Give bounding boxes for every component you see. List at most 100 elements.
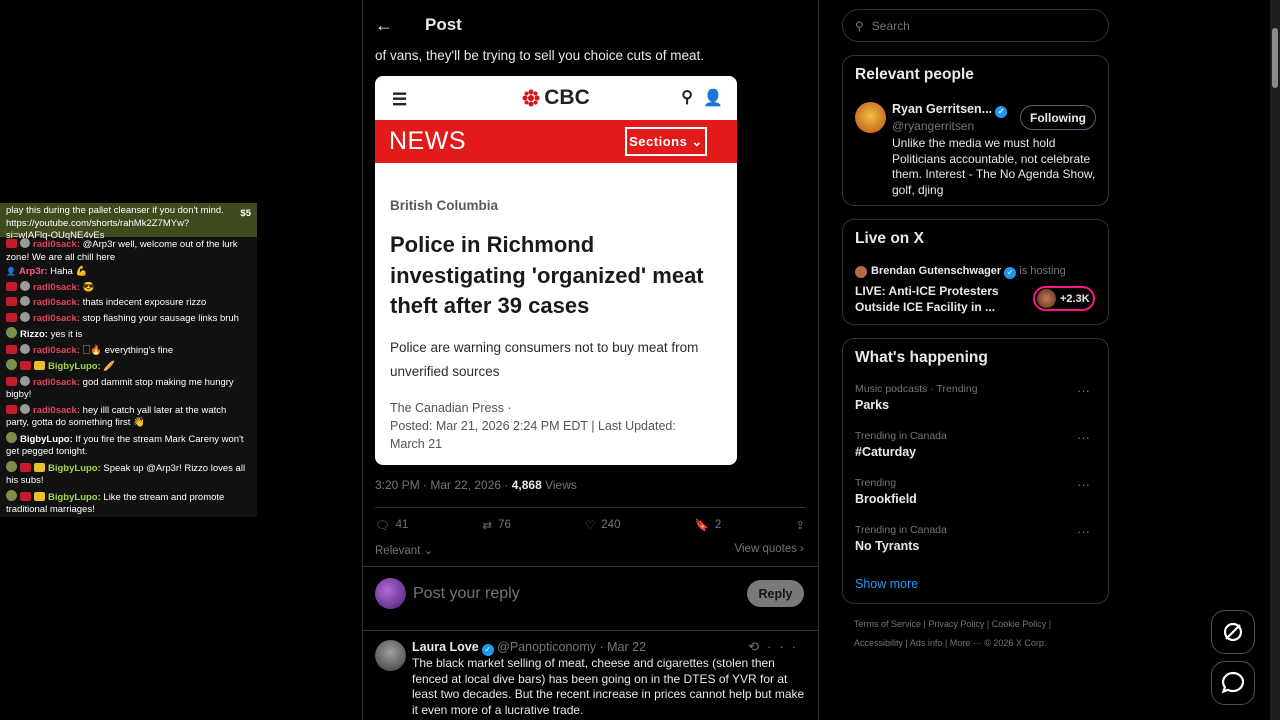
chat-badge-icon (20, 361, 31, 370)
trend-item[interactable]: Trending in Canada No Tyrants ··· (855, 524, 1098, 553)
chat-badge-icon (20, 491, 31, 501)
chat-badge-icon (6, 344, 17, 354)
chat-message: radi0sack: 🗌🔥 everything's fine (0, 343, 257, 359)
trend-item[interactable]: Trending Brookfield ··· (855, 477, 1098, 506)
reply-author-avatar[interactable] (375, 640, 406, 671)
chat-username[interactable]: radi0sack: (33, 345, 80, 356)
donation-amount: $5 (240, 208, 251, 219)
chat-username[interactable]: BigbyLupo: (48, 463, 101, 474)
chat-username[interactable]: radi0sack: (33, 282, 80, 293)
reply-icon: 🗨 (375, 520, 390, 532)
chat-badge-icon (6, 431, 17, 443)
trend-name: No Tyrants (855, 539, 920, 553)
chat-badge-icon (6, 281, 17, 291)
views-label: Views (541, 478, 577, 492)
chat-username[interactable]: radi0sack: (33, 313, 80, 324)
chat-username[interactable]: BigbyLupo: (20, 434, 73, 445)
chat-badge-icon (6, 404, 17, 414)
chat-username[interactable]: radi0sack: (33, 297, 80, 308)
link-preview-card[interactable]: ☰ CBC ⚲ 👤 NEWS Sections ⌄ British Columb… (375, 76, 737, 465)
more-icon[interactable]: ··· (1077, 524, 1090, 539)
chat-text: 😎 (80, 281, 95, 293)
more-icon[interactable]: ··· (1077, 430, 1090, 445)
repost-action[interactable]: ⇄ 76 (482, 518, 510, 532)
reply-tools: ⟲··· (748, 639, 804, 655)
footer-links-row-2[interactable]: Accessibility | Ads info | More ··· © 20… (854, 638, 1104, 648)
views-count: 4,868 (511, 478, 542, 492)
bookmark-action[interactable]: 🔖 2 (695, 518, 722, 532)
chat-username[interactable]: Arp3r: (19, 266, 48, 277)
news-label: NEWS (389, 127, 466, 155)
search-icon: ⚲ (681, 89, 693, 106)
trend-context: Trending (855, 477, 897, 489)
listeners-pill[interactable]: +2.3K (1033, 286, 1095, 311)
listener-avatar (1037, 289, 1056, 308)
chat-message: 👤 Arp3r: Haha 💪 (0, 265, 257, 280)
trend-name: Parks (855, 398, 890, 412)
more-icon[interactable]: ··· (1077, 383, 1090, 398)
relevant-people-panel: Relevant people Ryan Gerritsen... ✓ @ryan… (842, 55, 1109, 206)
chat-badge-icon (34, 491, 45, 501)
trend-item[interactable]: Music podcasts · Trending Parks ··· (855, 383, 1098, 412)
chat-username[interactable]: Rizzo: (20, 329, 48, 340)
broadcast-title[interactable]: LIVE: Anti-ICE Protesters Outside ICE Fa… (855, 284, 1025, 315)
reply-author-name[interactable]: Laura Love (412, 640, 479, 654)
sections-button: Sections ⌄ (625, 127, 707, 156)
trend-context: Music podcasts · Trending (855, 383, 978, 395)
chat-username[interactable]: radi0sack: (33, 405, 80, 416)
listeners-count: +2.3K (1060, 292, 1090, 305)
avatar[interactable] (855, 102, 886, 133)
article-dek: Police are warning consumers not to buy … (390, 340, 699, 379)
reply-text: The black market selling of meat, cheese… (412, 656, 805, 717)
page-title: Post (425, 15, 462, 34)
article-source: The Canadian Press · (390, 401, 512, 415)
grok-button[interactable] (1211, 610, 1255, 654)
article-byline: The Canadian Press · Posted: Mar 21, 202… (390, 399, 710, 453)
action-bar: 🗨 41 ⇄ 76 ♡ 240 🔖 2 ⇪ (375, 518, 805, 532)
chat-username[interactable]: radi0sack: (33, 377, 80, 388)
following-button[interactable]: Following (1020, 105, 1096, 130)
panel-title: What's happening (855, 349, 988, 366)
chat-badge-icon (20, 375, 30, 386)
avatar[interactable] (375, 578, 406, 609)
chat-username[interactable]: BigbyLupo: (48, 492, 101, 503)
search-input[interactable]: ⚲ Search (842, 9, 1109, 42)
verified-badge-icon: ✓ (481, 644, 494, 656)
more-icon[interactable]: ··· (767, 639, 804, 654)
chat-message: radi0sack: god dammit stop making me hun… (0, 375, 257, 403)
post-timestamp[interactable]: 3:20 PM · Mar 22, 2026 · (375, 478, 512, 492)
chat-message: radi0sack: 😎 (0, 280, 257, 296)
reply-input[interactable]: Post your reply (413, 585, 520, 603)
person-bio: Unlike the media we must hold Politician… (892, 136, 1096, 197)
trend-name: Brookfield (855, 492, 917, 506)
cbc-gem-icon (522, 89, 540, 107)
chat-badge-icon (20, 343, 30, 354)
scrollbar-thumb[interactable] (1272, 28, 1278, 88)
messages-button[interactable] (1211, 661, 1255, 705)
chat-username[interactable]: BigbyLupo: (48, 361, 101, 372)
reply-action[interactable]: 🗨 41 (375, 518, 408, 532)
trend-context: Trending in Canada (855, 524, 947, 536)
verified-badge-icon: ✓ (1004, 267, 1017, 279)
page-scrollbar[interactable] (1270, 0, 1280, 720)
sort-relevant-dropdown[interactable]: Relevant ⌄ (375, 543, 433, 557)
chat-text: 🥖 (100, 361, 116, 372)
more-icon[interactable]: ··· (1077, 477, 1090, 492)
grok-icon[interactable]: ⟲ (748, 639, 767, 654)
person-handle: @ryangerritsen (892, 119, 975, 133)
chat-message: radi0sack: stop flashing your sausage li… (0, 311, 257, 327)
repost-count: 76 (498, 519, 511, 531)
show-more-link[interactable]: Show more (855, 577, 918, 591)
reply-button[interactable]: Reply (747, 580, 804, 607)
share-action[interactable]: ⇪ (795, 518, 805, 532)
news-bar: NEWS Sections ⌄ (375, 120, 737, 163)
back-arrow-icon[interactable]: ← (375, 15, 397, 36)
footer-links-row-1[interactable]: Terms of Service | Privacy Policy | Cook… (854, 619, 1104, 629)
chat-text: Haha 💪 (47, 266, 88, 277)
person-name[interactable]: Ryan Gerritsen... ✓ (892, 102, 1008, 118)
view-quotes-link[interactable]: View quotes › (735, 543, 804, 555)
hamburger-menu-icon: ☰ (392, 90, 408, 109)
chat-badge-icon (6, 297, 17, 306)
trend-item[interactable]: Trending in Canada #Caturday ··· (855, 430, 1098, 459)
like-action[interactable]: ♡ 240 (585, 518, 621, 532)
